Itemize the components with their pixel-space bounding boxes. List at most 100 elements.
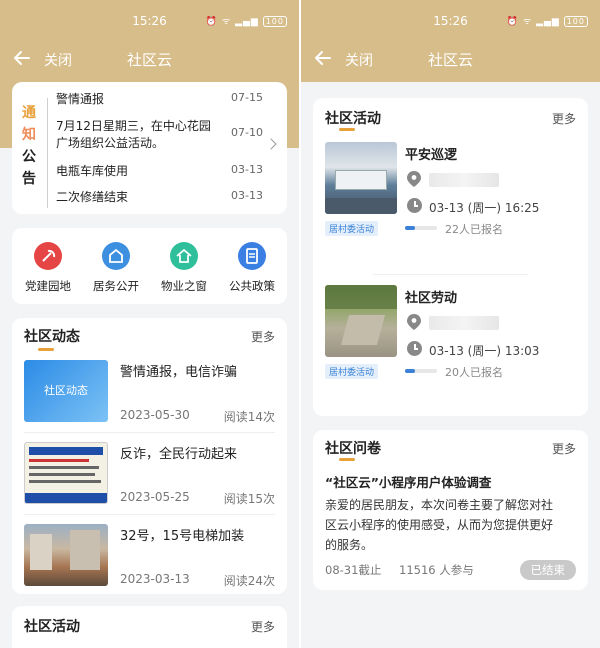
activity-title[interactable]: 平安巡逻 (405, 144, 457, 163)
status-icons: ⏰ ᯤ ▂▄▆ 100 (507, 14, 588, 27)
survey-more-link[interactable]: 更多 (552, 440, 576, 457)
activity-time: 03-13 (周一) 16:25 (429, 201, 540, 215)
section-underline (339, 128, 355, 131)
activities-card: 社区活动 更多 平安巡逻 03-13 (周一) 16:25 居村委活动 22人已… (313, 98, 588, 416)
notice-divider (47, 98, 48, 208)
news-read-count: 阅读15次 (223, 492, 275, 506)
clock-icon (407, 341, 422, 356)
battery-icon: 100 (262, 16, 287, 27)
party-building-icon (34, 242, 62, 270)
wifi-icon: ᯤ (522, 17, 533, 27)
activity-thumbnail[interactable] (325, 285, 397, 357)
service-label: 居务公开 (93, 279, 139, 293)
signup-count: 22人已报名 (445, 223, 503, 236)
location-pin-icon (407, 314, 421, 330)
header: 15:26 ⏰ ᯤ ▂▄▆ 100 关闭 社区云 (301, 0, 600, 82)
activity-thumbnail[interactable] (325, 142, 397, 214)
news-thumbnail[interactable]: 社区动态 (24, 360, 108, 422)
row-separator (373, 274, 528, 275)
clock-icon (407, 198, 422, 213)
survey-desc-line: 的服务。 (325, 538, 374, 552)
battery-icon: 100 (563, 16, 588, 27)
notice-date: 07-15 (231, 91, 263, 104)
scrolled-screen: 15:26 ⏰ ᯤ ▂▄▆ 100 关闭 社区云 社区活动 更多 平安巡逻 03… (301, 0, 600, 648)
activity-title[interactable]: 社区劳动 (405, 287, 457, 306)
row-separator (24, 514, 275, 515)
news-title[interactable]: 警情通报，电信诈骗 (120, 361, 237, 380)
alarm-icon: ⏰ (506, 17, 520, 27)
service-label: 物业之窗 (161, 279, 207, 293)
survey-name[interactable]: “社区云”小程序用户体验调查 (325, 472, 491, 491)
news-card: 社区动态 更多 社区动态 警情通报，电信诈骗 2023-05-30 阅读14次 … (12, 318, 287, 594)
activities-more-link[interactable]: 更多 (251, 618, 275, 635)
notice-date: 07-10 (231, 126, 263, 139)
section-title: 社区活动 (24, 619, 80, 635)
service-label: 党建园地 (25, 279, 71, 293)
progress-fill (405, 369, 415, 373)
notice-tag-char: 通 (22, 105, 36, 121)
status-bar: 15:26 ⏰ ᯤ ▂▄▆ 100 (301, 0, 600, 40)
news-date: 2023-03-13 (120, 572, 190, 586)
status-bar: 15:26 ⏰ ᯤ ▂▄▆ 100 (0, 0, 299, 40)
survey-desc-line: 区云小程序的使用感受，从而为您提供更好 (325, 518, 554, 532)
notice-date: 03-13 (231, 163, 263, 176)
signup-count: 20人已报名 (445, 366, 503, 379)
section-title: 社区问卷 (325, 441, 381, 457)
news-thumbnail[interactable] (24, 442, 108, 504)
thumbnail-caption: 社区动态 (44, 384, 88, 397)
survey-status-button[interactable]: 已结束 (519, 560, 576, 580)
activities-card-partial: 社区活动 更多 (12, 606, 287, 648)
header: 15:26 ⏰ ᯤ ▂▄▆ 100 关闭 社区云 (0, 0, 299, 82)
page-title: 社区云 (427, 51, 473, 69)
status-icons: ⏰ ᯤ ▂▄▆ 100 (206, 14, 287, 27)
section-underline (339, 458, 355, 461)
notice-item-cont[interactable]: 广场组织公益活动。 (56, 134, 164, 151)
signal-icon: ▂▄▆ (235, 17, 259, 27)
nav-bar: 关闭 社区云 (0, 40, 299, 78)
notice-tag-char: 知 (22, 127, 36, 143)
survey-deadline: 08-31截止 (325, 563, 382, 577)
news-title[interactable]: 32号，15号电梯加装 (120, 525, 244, 544)
survey-participants: 11516 人参与 (399, 563, 474, 577)
page-title: 社区云 (126, 51, 172, 69)
notice-item[interactable]: 二次修缮结束 (56, 188, 128, 205)
notice-tag: 通 知 公 告 (22, 102, 42, 190)
home-screen: 15:26 ⏰ ᯤ ▂▄▆ 100 关闭 社区云 通 知 公 告 警情通报 07… (0, 0, 299, 648)
signup-progress (405, 369, 437, 373)
notice-tag-char: 公 (22, 149, 36, 165)
public-policy-icon (238, 242, 266, 270)
notice-item[interactable]: 警情通报 (56, 90, 104, 107)
service-label: 公共政策 (229, 279, 275, 293)
notice-item[interactable]: 7月12日星期三，在中心花园 (56, 117, 211, 134)
address-redacted (429, 316, 499, 330)
news-more-link[interactable]: 更多 (251, 328, 275, 345)
row-separator (24, 432, 275, 433)
wifi-icon: ᯤ (221, 17, 232, 27)
section-title: 社区活动 (325, 111, 381, 127)
activities-more-link[interactable]: 更多 (552, 110, 576, 127)
survey-desc-line: 亲爱的居民朋友，本次问卷主要了解您对社 (325, 498, 554, 512)
notice-card[interactable]: 通 知 公 告 警情通报 07-15 7月12日星期三，在中心花园 广场组织公益… (12, 82, 287, 214)
property-window-icon (170, 242, 198, 270)
signup-progress (405, 226, 437, 230)
signal-icon: ▂▄▆ (536, 17, 560, 27)
section-title: 社区动态 (24, 329, 80, 345)
chevron-right-icon[interactable] (265, 138, 277, 150)
news-date: 2023-05-30 (120, 408, 190, 422)
residence-affairs-icon (102, 242, 130, 270)
nav-bar: 关闭 社区云 (301, 40, 600, 78)
notice-item[interactable]: 电瓶车库使用 (56, 162, 128, 179)
section-underline (38, 348, 54, 351)
activity-badge: 居村委活动 (325, 364, 379, 379)
activity-time: 03-13 (周一) 13:03 (429, 344, 540, 358)
progress-fill (405, 226, 415, 230)
news-read-count: 阅读14次 (223, 410, 275, 424)
survey-card: 社区问卷 更多 “社区云”小程序用户体验调查 亲爱的居民朋友，本次问卷主要了解您… (313, 430, 588, 590)
address-redacted (429, 173, 499, 187)
notice-date: 03-13 (231, 189, 263, 202)
notice-tag-char: 告 (22, 171, 36, 187)
news-title[interactable]: 反诈，全民行动起来 (120, 443, 237, 462)
location-pin-icon (407, 171, 421, 187)
news-thumbnail[interactable] (24, 524, 108, 586)
alarm-icon: ⏰ (205, 17, 219, 27)
